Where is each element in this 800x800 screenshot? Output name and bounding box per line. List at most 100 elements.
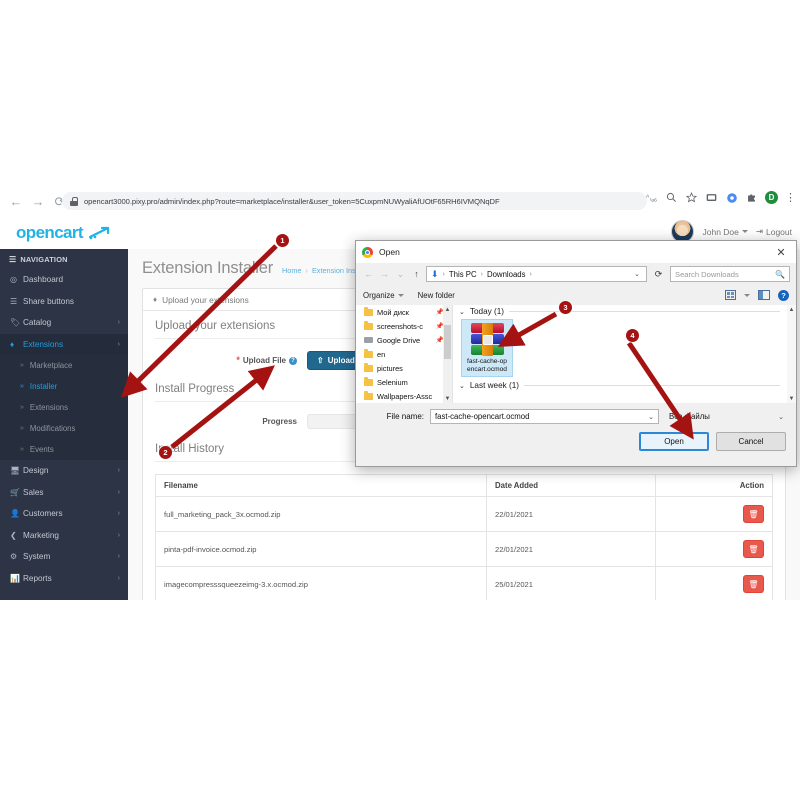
file-name-label: File name:: [386, 412, 424, 421]
scroll-down-icon[interactable]: ▼: [787, 394, 796, 403]
table-row: imagecompresssqueezeimg-3.x.ocmod.zip 25…: [155, 566, 773, 600]
chevron-down-icon[interactable]: ⌄: [634, 270, 642, 278]
file-name-input[interactable]: fast-cache-opencart.ocmod ⌄: [430, 409, 659, 424]
view-mode-icon[interactable]: [725, 290, 736, 300]
tree-item-wallpapers[interactable]: Wallpapers-Assc: [356, 389, 452, 403]
tree-item-pictures[interactable]: pictures: [356, 361, 452, 375]
sidebar: ☰ NAVIGATION ◎ Dashboard ☰ Share buttons…: [0, 249, 128, 600]
profile-avatar[interactable]: D: [765, 191, 778, 204]
tree-item-moy-disk[interactable]: Мой диск 📌: [356, 305, 452, 319]
sidebar-item-sales[interactable]: 🛒 Sales ›: [0, 482, 128, 504]
cancel-button[interactable]: Cancel: [716, 432, 786, 451]
close-icon[interactable]: ✕: [766, 241, 796, 263]
settings-gear-icon[interactable]: [725, 191, 738, 204]
new-folder-button[interactable]: New folder: [418, 291, 455, 300]
back-icon[interactable]: ←: [362, 267, 375, 282]
breadcrumb-current[interactable]: Extension Inst: [312, 266, 358, 275]
recent-chevron-icon[interactable]: ⌄: [394, 267, 407, 282]
column-header-date-added[interactable]: Date Added: [486, 474, 656, 497]
chevron-down-icon[interactable]: [744, 293, 750, 297]
dialog-body: Мой диск 📌 screenshots-с 📌 Google Drive …: [356, 305, 796, 403]
file-group-last-week[interactable]: ⌄ Last week (1): [453, 379, 796, 390]
sidebar-item-extensions-sub[interactable]: » Extensions: [0, 397, 128, 418]
file-type-select[interactable]: Все файлы ⌄: [665, 409, 788, 424]
file-item-partial[interactable]: [461, 392, 513, 398]
help-icon[interactable]: ?: [778, 289, 789, 301]
opencart-logo[interactable]: opencart: [16, 223, 110, 243]
file-type-value: Все файлы: [669, 412, 710, 421]
tree-item-en[interactable]: en: [356, 347, 452, 361]
forward-icon[interactable]: →: [28, 191, 48, 211]
chevron-down-icon[interactable]: ⌄: [459, 382, 465, 390]
annotation-badge-2: 2: [159, 446, 172, 459]
delete-icon[interactable]: 🗑: [743, 540, 764, 558]
search-icon[interactable]: [665, 191, 678, 204]
scroll-up-icon[interactable]: ▲: [443, 305, 452, 314]
file-item-selected[interactable]: fast-cache-op encart.ocmod: [461, 319, 513, 377]
sidebar-sub-label: Installer: [29, 382, 58, 391]
sidebar-item-modifications[interactable]: » Modifications: [0, 418, 128, 439]
open-button[interactable]: Open: [639, 432, 709, 451]
chevron-right-icon: »: [20, 425, 24, 432]
sidebar-item-dashboard[interactable]: ◎ Dashboard: [0, 269, 128, 291]
tree-item-screenshots[interactable]: screenshots-с 📌: [356, 319, 452, 333]
sidebar-item-reports[interactable]: 📊 Reports ›: [0, 568, 128, 590]
chevron-down-icon[interactable]: ⌄: [459, 308, 465, 316]
chevron-right-icon: ›: [117, 553, 120, 561]
tree-item-selenium[interactable]: Selenium: [356, 375, 452, 389]
sidebar-item-system[interactable]: ⚙ System ›: [0, 546, 128, 568]
forward-icon[interactable]: →: [378, 267, 391, 282]
sidebar-item-marketing[interactable]: ❮ Marketing ›: [0, 525, 128, 547]
delete-icon[interactable]: 🗑: [743, 505, 764, 523]
sidebar-nav-label: NAVIGATION: [20, 254, 68, 264]
sidebar-item-marketplace[interactable]: » Marketplace: [0, 355, 128, 376]
tree-item-label: Google Drive: [377, 335, 421, 345]
chrome-menu-icon[interactable]: ⋮: [785, 192, 796, 203]
path-root[interactable]: This PC: [449, 270, 477, 279]
sidebar-item-share-buttons[interactable]: ☰ Share buttons: [0, 291, 128, 313]
sidebar-item-installer[interactable]: » Installer: [0, 376, 128, 397]
file-list-scrollbar[interactable]: ▲ ▼: [787, 305, 796, 403]
chevron-down-icon[interactable]: ⌄: [648, 413, 654, 421]
tree-item-google-drive[interactable]: Google Drive 📌: [356, 333, 452, 347]
hamburger-icon[interactable]: ☰: [9, 255, 16, 264]
sidebar-item-extensions[interactable]: ♦ Extensions ›: [0, 333, 128, 355]
organize-button[interactable]: Organize: [363, 291, 404, 300]
sidebar-item-events[interactable]: » Events: [0, 439, 128, 460]
column-header-action: Action: [655, 474, 773, 497]
chevron-down-icon[interactable]: ⌄: [778, 413, 784, 421]
sidebar-item-label: Catalog: [23, 318, 52, 328]
tree-scrollbar[interactable]: ▲ ▼: [443, 305, 452, 403]
breadcrumb-home[interactable]: Home: [282, 266, 301, 275]
up-icon[interactable]: ↑: [410, 267, 423, 282]
bookmark-star-icon[interactable]: [685, 191, 698, 204]
scroll-down-icon[interactable]: ▼: [443, 394, 452, 403]
media-cast-icon[interactable]: [705, 191, 718, 204]
sidebar-item-catalog[interactable]: 🏷 Catalog ›: [0, 312, 128, 334]
dialog-nav-tree: Мой диск 📌 screenshots-с 📌 Google Drive …: [356, 305, 453, 403]
sidebar-item-design[interactable]: 🖥 Design ›: [0, 460, 128, 482]
back-icon[interactable]: ←: [6, 191, 26, 211]
chevron-right-icon: ›: [117, 574, 120, 582]
refresh-icon[interactable]: ⟳: [650, 265, 667, 283]
search-input[interactable]: Search Downloads 🔍: [670, 266, 790, 282]
path-breadcrumb[interactable]: ⬇ › This PC › Downloads › ⌄: [426, 266, 647, 282]
dashboard-icon: ◎: [10, 275, 17, 285]
extensions-puzzle-icon[interactable]: [745, 191, 758, 204]
address-bar[interactable]: opencart3000.pixy.pro/admin/index.php?ro…: [62, 192, 647, 210]
preview-pane-icon[interactable]: [758, 290, 770, 300]
logout-button[interactable]: ⇥ Logout: [756, 226, 792, 237]
sidebar-item-customers[interactable]: 👤 Customers ›: [0, 503, 128, 525]
file-group-today[interactable]: ⌄ Today (1): [453, 305, 796, 316]
help-icon[interactable]: ?: [289, 356, 297, 365]
chart-icon: 📊: [10, 573, 20, 583]
scrollbar-thumb[interactable]: [444, 325, 451, 359]
tree-item-label: en: [377, 349, 386, 359]
user-menu[interactable]: John Doe: [702, 227, 748, 237]
translate-icon[interactable]: A\u6587: [645, 191, 658, 204]
delete-icon[interactable]: 🗑: [743, 575, 764, 593]
cell-action: 🗑: [655, 496, 773, 532]
scroll-up-icon[interactable]: ▲: [787, 305, 796, 314]
column-header-filename[interactable]: Filename: [155, 474, 487, 497]
path-folder[interactable]: Downloads: [487, 270, 526, 279]
